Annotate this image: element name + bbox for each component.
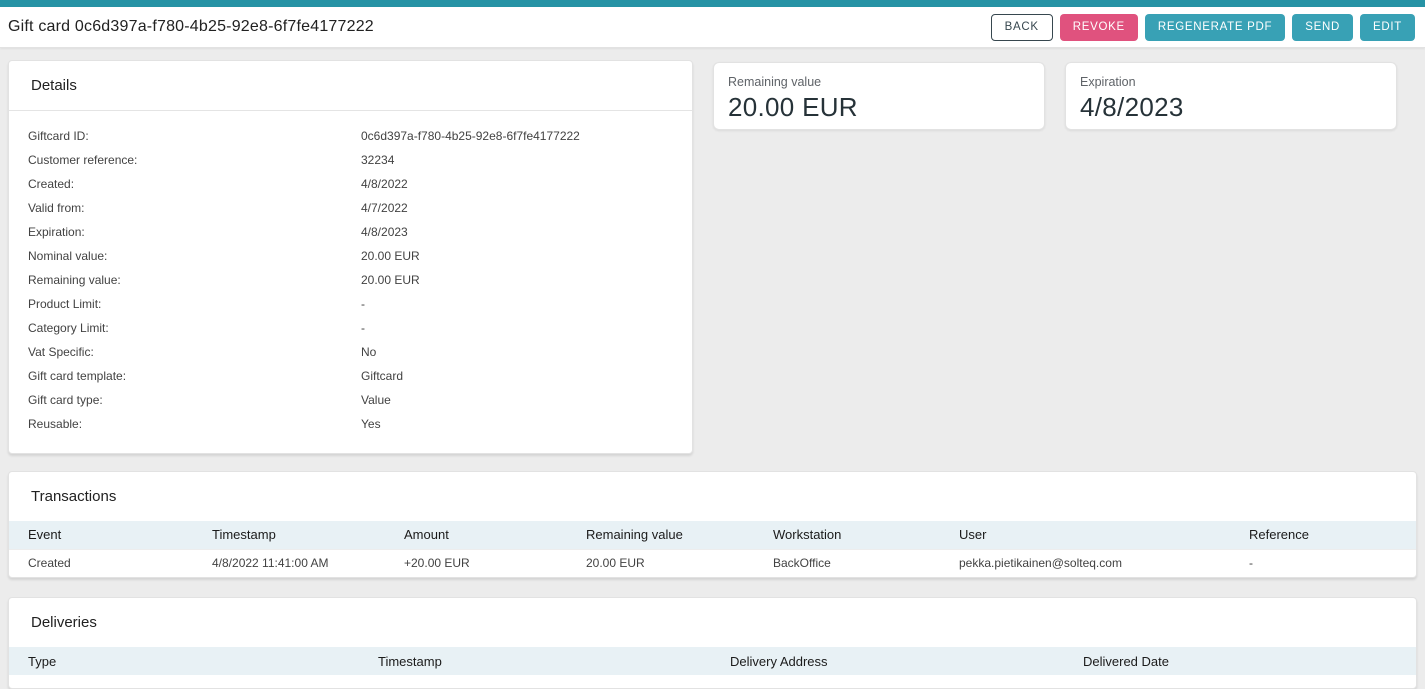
detail-row: Valid from:4/7/2022 (28, 196, 673, 220)
page-title: Gift card 0c6d397a-f780-4b25-92e8-6f7fe4… (8, 18, 374, 36)
column-header: Event (9, 521, 193, 549)
detail-label: Vat Specific: (28, 345, 361, 359)
table-cell: BackOffice (754, 549, 940, 577)
app-header: Gift card 0c6d397a-f780-4b25-92e8-6f7fe4… (0, 7, 1425, 48)
main-content: Details Giftcard ID:0c6d397a-f780-4b25-9… (0, 48, 1425, 689)
top-accent-bar (0, 0, 1425, 7)
detail-row: Expiration:4/8/2023 (28, 220, 673, 244)
detail-value: 4/7/2022 (361, 201, 673, 215)
detail-row: Reusable:Yes (28, 412, 673, 436)
detail-value: 32234 (361, 153, 673, 167)
detail-value: Giftcard (361, 369, 673, 383)
detail-label: Nominal value: (28, 249, 361, 263)
column-header: Delivery Address (711, 647, 1064, 675)
revoke-button[interactable]: REVOKE (1060, 14, 1138, 41)
detail-value: 0c6d397a-f780-4b25-92e8-6f7fe4177222 (361, 129, 673, 143)
expiration-date: 4/8/2023 (1080, 91, 1382, 123)
detail-label: Reusable: (28, 417, 361, 431)
send-button[interactable]: SEND (1292, 14, 1353, 41)
table-row: Created4/8/2022 11:41:00 AM+20.00 EUR20.… (9, 549, 1416, 577)
details-rows: Giftcard ID:0c6d397a-f780-4b25-92e8-6f7f… (9, 111, 692, 453)
table-cell: 20.00 EUR (567, 549, 754, 577)
deliveries-header-row: TypeTimestampDelivery AddressDelivered D… (9, 647, 1416, 675)
detail-row: Customer reference:32234 (28, 148, 673, 172)
detail-value: 20.00 EUR (361, 273, 673, 287)
column-header: User (940, 521, 1230, 549)
table-cell: pekka.pietikainen@solteq.com (940, 549, 1230, 577)
regenerate-pdf-button[interactable]: REGENERATE PDF (1145, 14, 1285, 41)
detail-label: Category Limit: (28, 321, 361, 335)
details-panel: Details Giftcard ID:0c6d397a-f780-4b25-9… (8, 60, 693, 454)
detail-label: Valid from: (28, 201, 361, 215)
column-header: Delivered Date (1064, 647, 1416, 675)
detail-row: Product Limit:- (28, 292, 673, 316)
expiration-label: Expiration (1080, 75, 1382, 89)
transactions-header-row: EventTimestampAmountRemaining valueWorks… (9, 521, 1416, 549)
detail-label: Giftcard ID: (28, 129, 361, 143)
detail-row: Gift card template:Giftcard (28, 364, 673, 388)
detail-value: 4/8/2023 (361, 225, 673, 239)
detail-row: Category Limit:- (28, 316, 673, 340)
transactions-body: Created4/8/2022 11:41:00 AM+20.00 EUR20.… (9, 549, 1416, 577)
deliveries-panel: Deliveries TypeTimestampDelivery Address… (8, 597, 1417, 689)
column-header: Amount (385, 521, 567, 549)
column-header: Reference (1230, 521, 1416, 549)
detail-label: Expiration: (28, 225, 361, 239)
table-cell: +20.00 EUR (385, 549, 567, 577)
detail-label: Gift card template: (28, 369, 361, 383)
column-header: Timestamp (359, 647, 711, 675)
details-panel-title: Details (9, 61, 692, 110)
column-header: Type (9, 647, 359, 675)
edit-button[interactable]: EDIT (1360, 14, 1415, 41)
detail-label: Customer reference: (28, 153, 361, 167)
detail-row: Nominal value:20.00 EUR (28, 244, 673, 268)
detail-value: - (361, 321, 673, 335)
expiration-card: Expiration 4/8/2023 (1065, 62, 1397, 130)
table-cell: Created (9, 549, 193, 577)
remaining-value-label: Remaining value (728, 75, 1030, 89)
remaining-value-amount: 20.00 EUR (728, 91, 1030, 123)
column-header: Remaining value (567, 521, 754, 549)
deliveries-panel-title: Deliveries (9, 598, 1416, 647)
detail-row: Remaining value:20.00 EUR (28, 268, 673, 292)
detail-value: 20.00 EUR (361, 249, 673, 263)
remaining-value-card: Remaining value 20.00 EUR (713, 62, 1045, 130)
detail-value: 4/8/2022 (361, 177, 673, 191)
detail-row: Giftcard ID:0c6d397a-f780-4b25-92e8-6f7f… (28, 124, 673, 148)
summary-cards: Remaining value 20.00 EUR Expiration 4/8… (713, 62, 1397, 130)
table-cell: - (1230, 549, 1416, 577)
detail-value: - (361, 297, 673, 311)
column-header: Timestamp (193, 521, 385, 549)
detail-value: Yes (361, 417, 673, 431)
detail-row: Created:4/8/2022 (28, 172, 673, 196)
detail-value: No (361, 345, 673, 359)
detail-row: Gift card type:Value (28, 388, 673, 412)
detail-row: Vat Specific:No (28, 340, 673, 364)
detail-label: Created: (28, 177, 361, 191)
deliveries-table: TypeTimestampDelivery AddressDelivered D… (9, 647, 1416, 675)
back-button[interactable]: BACK (991, 14, 1053, 41)
detail-label: Product Limit: (28, 297, 361, 311)
transactions-table: EventTimestampAmountRemaining valueWorks… (9, 521, 1416, 577)
detail-label: Remaining value: (28, 273, 361, 287)
table-cell: 4/8/2022 11:41:00 AM (193, 549, 385, 577)
header-actions: BACK REVOKE REGENERATE PDF SEND EDIT (991, 14, 1415, 41)
detail-label: Gift card type: (28, 393, 361, 407)
transactions-panel: Transactions EventTimestampAmountRemaini… (8, 471, 1417, 578)
column-header: Workstation (754, 521, 940, 549)
transactions-panel-title: Transactions (9, 472, 1416, 521)
detail-value: Value (361, 393, 673, 407)
